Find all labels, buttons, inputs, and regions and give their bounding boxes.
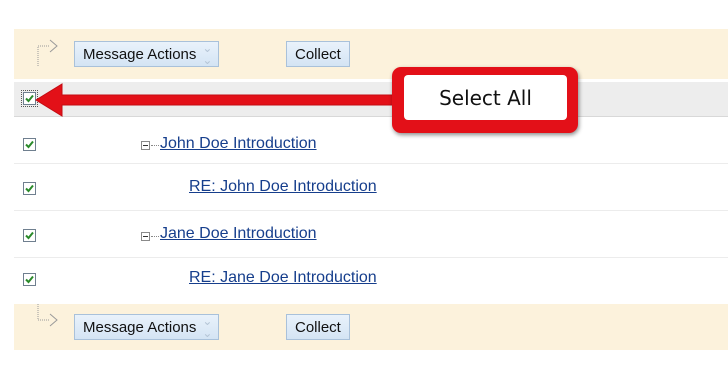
callout-text: Select All [404,75,567,120]
select-all-callout: Select All [392,67,578,133]
annotation-arrow [35,83,397,117]
